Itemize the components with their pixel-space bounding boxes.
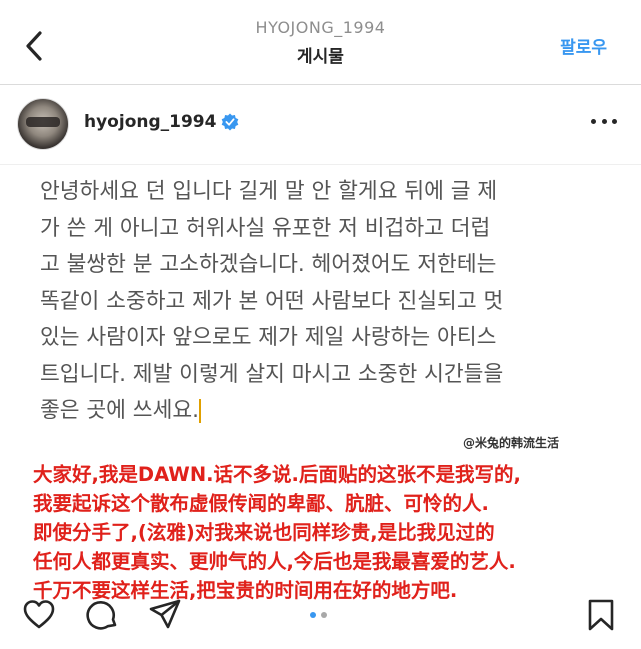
top-bar: HYOJONG_1994 게시물 팔로우: [0, 0, 641, 85]
page-title: 게시물: [297, 47, 344, 67]
action-bar: [0, 592, 641, 649]
bookmark-icon[interactable]: [584, 598, 618, 632]
post-text-line: 좋은 곳에 쓰세요.: [40, 398, 199, 423]
post-text-line: 있는 사람이자 앞으로도 제가 제일 사랑하는 아티스: [40, 325, 497, 350]
divider: [0, 164, 641, 165]
more-options-button[interactable]: [591, 111, 617, 131]
post-text: 안녕하세요 던 입니다 길게 말 안 할게요 뒤에 글 제 가 쓴 게 아니고 …: [40, 174, 610, 430]
translation-line: 即使分手了,(泫雅)对我来说也同样珍贵,是比我见过的: [33, 521, 495, 544]
carousel-dot: [310, 612, 316, 618]
translation-line: 任何人都更真实、更帅气的人,今后也是我最喜爱的艺人.: [33, 550, 516, 573]
comment-icon[interactable]: [86, 598, 120, 632]
send-icon[interactable]: [148, 598, 182, 632]
carousel-indicator: [310, 612, 327, 618]
translation-overlay: 大家好,我是DAWN.话不多说.后面贴的这张不是我写的, 我要起诉这个散布虚假传…: [33, 460, 633, 605]
heart-icon[interactable]: [22, 598, 56, 632]
text-cursor: [198, 399, 201, 423]
more-options-icon: [591, 118, 596, 124]
translation-line: 大家好,我是DAWN.话不多说.后面贴的这张不是我写的,: [33, 463, 521, 486]
avatar[interactable]: [17, 98, 69, 150]
carousel-dot: [321, 612, 327, 618]
translation-line: 我要起诉这个散布虚假传闻的卑鄙、肮脏、可怜的人.: [33, 492, 489, 515]
post-text-line: 안녕하세요 던 입니다 길게 말 안 할게요 뒤에 글 제: [40, 179, 498, 204]
post-author-row: hyojong_1994: [0, 94, 641, 158]
post-text-line: 트입니다. 제발 이렇게 살지 마시고 소중한 시간들을: [40, 361, 504, 387]
post-text-line: 고 불쌍한 분 고소하겠습니다. 헤어졌어도 저한테는: [40, 252, 497, 277]
post-text-line: 똑같이 소중하고 제가 본 어떤 사람보다 진실되고 멋: [40, 288, 504, 314]
username-link[interactable]: hyojong_1994: [84, 112, 216, 132]
header-account-name: HYOJONG_1994: [255, 18, 386, 37]
post-image-text: 안녕하세요 던 입니다 길게 말 안 할게요 뒤에 글 제 가 쓴 게 아니고 …: [40, 174, 610, 444]
watermark: @米兔的韩流生活: [463, 436, 560, 450]
follow-button[interactable]: 팔로우: [560, 33, 607, 58]
post-text-line: 가 쓴 게 아니고 허위사실 유포한 저 비겁하고 더럽: [40, 215, 491, 241]
verified-badge-icon: [221, 113, 239, 131]
